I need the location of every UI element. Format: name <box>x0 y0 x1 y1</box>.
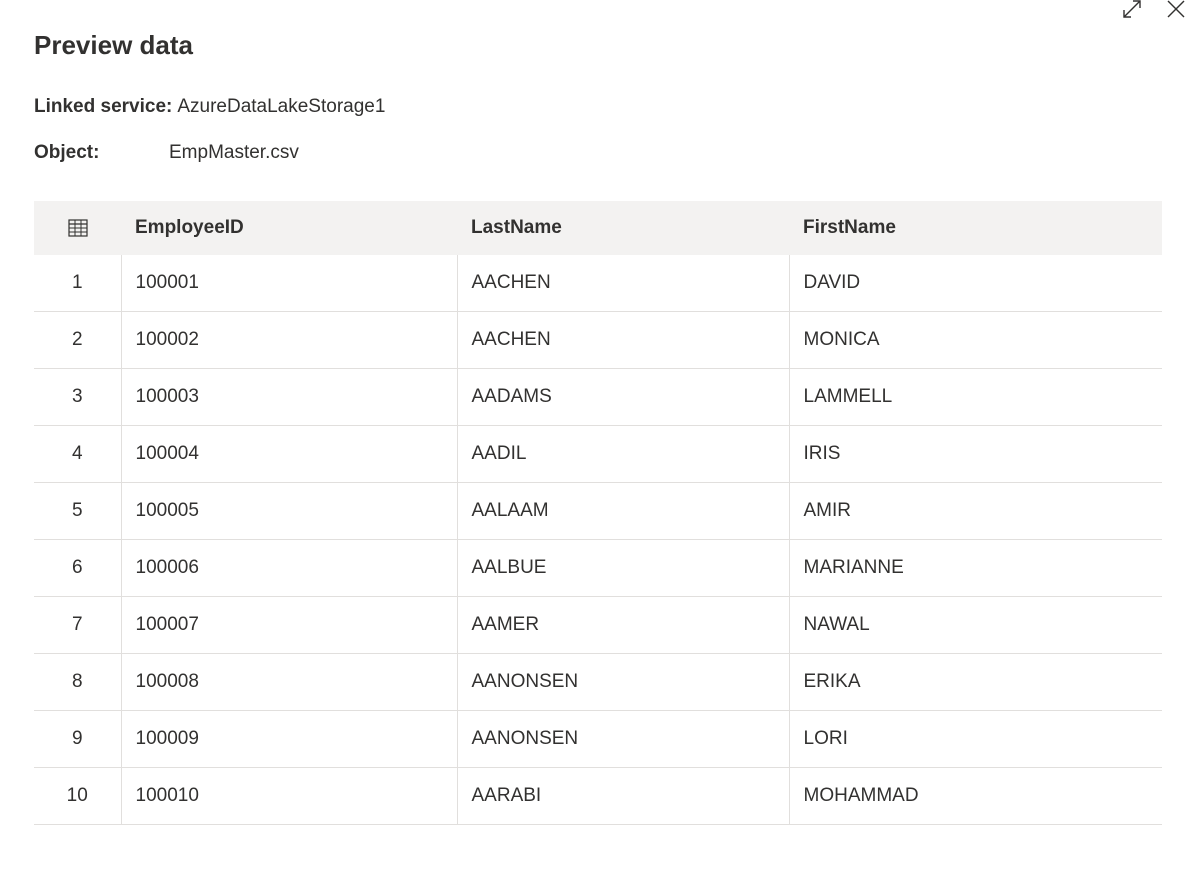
table-icon <box>67 217 88 238</box>
table-row: 5 100005 AALAAM AMIR <box>34 482 1162 540</box>
cell-employeeid: 100010 <box>120 767 457 825</box>
row-index: 6 <box>34 539 121 597</box>
cell-lastname: AALAAM <box>456 482 789 540</box>
table-row: 9 100009 AANONSEN LORI <box>34 710 1162 768</box>
row-index: 3 <box>34 368 121 426</box>
row-index: 2 <box>34 311 121 369</box>
object-value: EmpMaster.csv <box>169 142 299 163</box>
cell-employeeid: 100003 <box>120 368 457 426</box>
preview-table: EmployeeID LastName FirstName 1 100001 A… <box>34 201 1162 825</box>
column-header-firstname[interactable]: FirstName <box>789 201 1162 255</box>
page-title: Preview data <box>34 30 193 60</box>
cell-lastname: AANONSEN <box>456 710 789 768</box>
cell-lastname: AADIL <box>456 425 789 483</box>
cell-firstname: MOHAMMAD <box>788 767 1162 825</box>
table-row: 10 100010 AARABI MOHAMMAD <box>34 767 1162 825</box>
object-label: Object: <box>34 142 100 163</box>
close-icon[interactable] <box>1163 0 1189 20</box>
table-row: 4 100004 AADIL IRIS <box>34 425 1162 483</box>
cell-employeeid: 100004 <box>120 425 457 483</box>
cell-lastname: AALBUE <box>456 539 789 597</box>
cell-lastname: AARABI <box>456 767 789 825</box>
cell-employeeid: 100006 <box>120 539 457 597</box>
cell-firstname: AMIR <box>788 482 1162 540</box>
cell-employeeid: 100005 <box>120 482 457 540</box>
row-index: 5 <box>34 482 121 540</box>
cell-employeeid: 100008 <box>120 653 457 711</box>
linked-service-label: Linked service: <box>34 96 173 117</box>
cell-lastname: AADAMS <box>456 368 789 426</box>
row-index: 4 <box>34 425 121 483</box>
cell-lastname: AACHEN <box>456 311 789 369</box>
cell-employeeid: 100001 <box>120 255 457 312</box>
cell-firstname: LAMMELL <box>788 368 1162 426</box>
cell-firstname: LORI <box>788 710 1162 768</box>
column-header-employeeid[interactable]: EmployeeID <box>121 201 457 255</box>
object-row: Object: EmpMaster.csv <box>34 142 299 164</box>
table-row: 3 100003 AADAMS LAMMELL <box>34 368 1162 426</box>
cell-firstname: MONICA <box>788 311 1162 369</box>
column-header-lastname[interactable]: LastName <box>457 201 789 255</box>
cell-firstname: DAVID <box>788 255 1162 312</box>
cell-firstname: ERIKA <box>788 653 1162 711</box>
cell-firstname: NAWAL <box>788 596 1162 654</box>
row-index: 1 <box>34 255 121 312</box>
table-header-row: EmployeeID LastName FirstName <box>34 201 1162 255</box>
cell-firstname: MARIANNE <box>788 539 1162 597</box>
cell-employeeid: 100002 <box>120 311 457 369</box>
preview-data-panel: Preview data Linked service: AzureDataLak… <box>0 0 1195 881</box>
cell-lastname: AACHEN <box>456 255 789 312</box>
table-row: 1 100001 AACHEN DAVID <box>34 255 1162 312</box>
linked-service-value: AzureDataLakeStorage1 <box>177 96 386 117</box>
panel-controls <box>1119 0 1189 20</box>
linked-service-row: Linked service: AzureDataLakeStorage1 <box>34 96 385 118</box>
table-row: 2 100002 AACHEN MONICA <box>34 311 1162 369</box>
row-index: 9 <box>34 710 121 768</box>
cell-lastname: AANONSEN <box>456 653 789 711</box>
row-index: 10 <box>34 767 121 825</box>
expand-icon[interactable] <box>1119 0 1145 20</box>
table-row: 6 100006 AALBUE MARIANNE <box>34 539 1162 597</box>
row-index-header <box>34 201 121 255</box>
row-index: 8 <box>34 653 121 711</box>
table-row: 8 100008 AANONSEN ERIKA <box>34 653 1162 711</box>
table-row: 7 100007 AAMER NAWAL <box>34 596 1162 654</box>
row-index: 7 <box>34 596 121 654</box>
cell-lastname: AAMER <box>456 596 789 654</box>
cell-employeeid: 100009 <box>120 710 457 768</box>
cell-firstname: IRIS <box>788 425 1162 483</box>
cell-employeeid: 100007 <box>120 596 457 654</box>
